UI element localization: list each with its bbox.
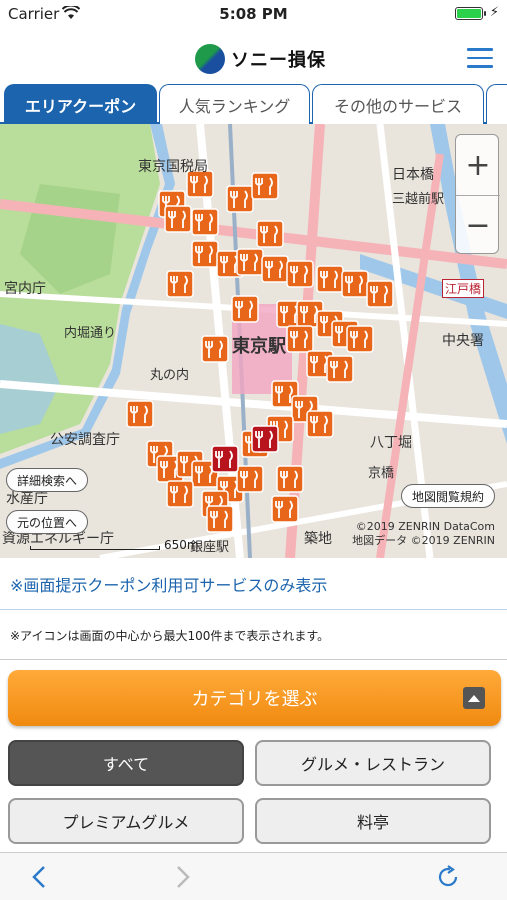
restaurant-pin-icon[interactable] <box>346 325 374 353</box>
category-premium-gourmet[interactable]: プレミアムグルメ <box>8 798 244 844</box>
restaurant-pin-icon[interactable] <box>126 400 154 428</box>
icon-limit-notice: ※アイコンは画面の中心から最大100件まで表示されます。 <box>0 612 507 660</box>
reset-position-button[interactable]: 元の位置へ <box>6 510 89 534</box>
restaurant-pin-icon[interactable] <box>236 248 264 276</box>
restaurant-pin-icon[interactable] <box>201 335 229 363</box>
reload-icon[interactable] <box>436 865 460 889</box>
map-copyright: ©2019 ZENRIN DataCom 地図データ ©2019 ZENRIN <box>352 520 495 547</box>
tab-more[interactable] <box>486 84 507 124</box>
map-label-tsukiji: 築地 <box>304 531 332 547</box>
clock: 5:08 PM <box>219 5 288 23</box>
map-label-edobashi: 江戸橋 <box>442 279 485 298</box>
status-bar: Carrier 5:08 PM ⚡ <box>0 0 507 28</box>
restaurant-pin-icon[interactable] <box>166 270 194 298</box>
brand-logo-text: ソニー損保 <box>231 50 326 71</box>
restaurant-pin-icon[interactable] <box>166 480 194 508</box>
brand-logo[interactable]: ソニー損保 <box>195 44 326 74</box>
map-label-chuo: 中央署 <box>442 333 484 349</box>
map-label-uchibori: 内堀通り <box>64 326 117 341</box>
map-label-kokuzei: 東京国税局 <box>138 159 208 175</box>
map-label-kunaicho: 宮内庁 <box>4 281 46 297</box>
music-venue-pin-icon[interactable] <box>211 445 239 473</box>
restaurant-pin-icon[interactable] <box>316 265 344 293</box>
back-icon[interactable] <box>28 865 52 889</box>
map-label-kyobashi: 京橋 <box>368 466 395 481</box>
hamburger-menu-icon[interactable] <box>467 48 493 68</box>
coupon-only-notice[interactable]: ※画面提示クーポン利用可サービスのみ表示 <box>0 558 507 610</box>
restaurant-pin-icon[interactable] <box>206 505 234 533</box>
restaurant-pin-icon[interactable] <box>191 240 219 268</box>
restaurant-pin-icon[interactable] <box>164 205 192 233</box>
select-category-label: カテゴリを選ぶ <box>191 689 318 710</box>
map-label-koan: 公安調査庁 <box>50 432 120 448</box>
restaurant-pin-icon[interactable] <box>191 208 219 236</box>
restaurant-pin-icon[interactable] <box>276 465 304 493</box>
zoom-out-button[interactable]: − <box>456 195 500 255</box>
restaurant-pin-icon[interactable] <box>306 410 334 438</box>
restaurant-pin-icon[interactable] <box>256 220 284 248</box>
map-label-tokyo-station: 東京駅 <box>232 336 286 357</box>
map-label-hatchobori: 八丁堀 <box>370 435 412 451</box>
category-all[interactable]: すべて <box>8 740 244 786</box>
app-header: ソニー損保 <box>0 28 507 86</box>
restaurant-pin-icon[interactable] <box>251 172 279 200</box>
restaurant-pin-icon[interactable] <box>326 355 354 383</box>
brand-logo-icon <box>195 44 225 74</box>
tab-other-services[interactable]: その他のサービス <box>312 84 484 124</box>
tab-area-coupon[interactable]: エリアクーポン <box>4 84 157 124</box>
tab-bar: エリアクーポン 人気ランキング その他のサービス <box>0 84 507 124</box>
detail-search-button[interactable]: 詳細検索へ <box>6 468 89 492</box>
restaurant-pin-icon[interactable] <box>341 270 369 298</box>
zoom-control: + − <box>455 134 500 255</box>
restaurant-pin-icon[interactable] <box>231 295 259 323</box>
restaurant-pin-icon[interactable] <box>286 325 314 353</box>
select-category-button[interactable]: カテゴリを選ぶ <box>8 670 501 726</box>
tab-popular-ranking[interactable]: 人気ランキング <box>159 84 310 124</box>
restaurant-pin-icon[interactable] <box>226 185 254 213</box>
restaurant-pin-icon[interactable] <box>286 260 314 288</box>
category-gourmet-restaurant[interactable]: グルメ・レストラン <box>255 740 491 786</box>
collapse-arrow-icon <box>463 687 485 709</box>
charging-icon: ⚡ <box>489 5 499 20</box>
restaurant-pin-icon[interactable] <box>236 465 264 493</box>
restaurant-pin-icon[interactable] <box>366 280 394 308</box>
map-terms-button[interactable]: 地図閲覧規約 <box>400 484 495 508</box>
map-label-nihonbashi: 日本橋 <box>392 167 434 183</box>
map-view[interactable]: 東京国税局 日本橋 三越前駅 宮内庁 内堀通り 東京駅 丸の内 中央署 江戸橋 … <box>0 124 507 558</box>
forward-icon[interactable] <box>170 865 194 889</box>
music-venue-pin-icon[interactable] <box>251 425 279 453</box>
restaurant-pin-icon[interactable] <box>261 255 289 283</box>
zoom-in-button[interactable]: + <box>456 135 500 195</box>
category-ryotei[interactable]: 料亭 <box>255 798 491 844</box>
browser-toolbar <box>0 852 507 900</box>
battery-icon <box>455 7 486 20</box>
map-label-mitsukoshi: 三越前駅 <box>392 192 445 207</box>
map-label-marunouchi: 丸の内 <box>150 368 190 383</box>
restaurant-pin-icon[interactable] <box>271 495 299 523</box>
